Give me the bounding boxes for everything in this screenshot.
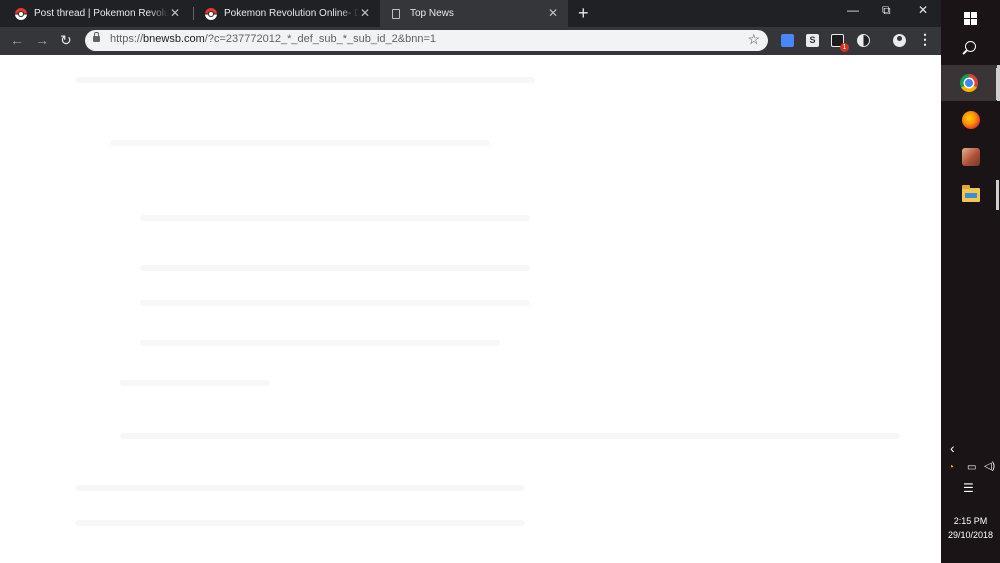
taskbar-scroll-indicator: [996, 68, 999, 100]
translate-extension-icon[interactable]: [781, 34, 794, 47]
minimize-button[interactable]: —: [847, 3, 859, 17]
ghost-line: [140, 215, 530, 221]
tab-top-news[interactable]: Top News ✕: [380, 0, 568, 27]
tab-pokemon-download[interactable]: Pokemon Revolution Online- Download ✕: [190, 0, 380, 27]
ghost-line: [140, 340, 500, 346]
skype-extension-icon[interactable]: S: [806, 34, 819, 47]
ghost-line: [75, 520, 525, 526]
pokeball-icon: [205, 7, 217, 20]
browser-window: Post thread | Pokemon Revolution Online …: [0, 0, 941, 563]
browser-toolbar: ← → ↻ https://bnewsb.com/?c=237772012_*_…: [0, 27, 941, 55]
show-hidden-icons-chevron-icon[interactable]: ‹: [950, 440, 955, 456]
browser-menu-button[interactable]: ⋮: [918, 31, 932, 48]
start-icon: [964, 11, 977, 25]
ghost-line: [120, 433, 900, 439]
wifi-icon[interactable]: ◔: [948, 462, 954, 473]
ghost-line: [120, 380, 270, 386]
taskbar-file-explorer[interactable]: [941, 177, 1000, 213]
volume-icon[interactable]: ◁): [984, 461, 995, 472]
close-window-button[interactable]: ✕: [918, 3, 928, 17]
firefox-icon: [961, 111, 980, 129]
restore-button[interactable]: ⧉: [882, 3, 891, 18]
taskbar-game[interactable]: [941, 139, 1000, 175]
search-button[interactable]: [941, 28, 1000, 64]
chrome-icon: [960, 74, 978, 92]
address-bar[interactable]: https://bnewsb.com/?c=237772012_*_def_su…: [85, 30, 768, 51]
tab-close-icon[interactable]: ✕: [170, 6, 180, 20]
back-button[interactable]: ←: [10, 32, 24, 48]
document-icon: [392, 8, 400, 19]
extension-badge: 1: [840, 43, 849, 52]
windows-taskbar: ‹ ◔ ▭ ◁) ☰ 2:15 PM 29/10/2018: [941, 0, 1000, 563]
clock-time[interactable]: 2:15 PM: [941, 516, 1000, 526]
tab-strip: Post thread | Pokemon Revolution Online …: [0, 0, 941, 27]
ghost-line: [110, 140, 490, 146]
file-explorer-icon: [961, 185, 980, 202]
tab-close-icon[interactable]: ✕: [548, 6, 558, 20]
ghost-line: [75, 77, 535, 83]
taskbar-scroll-indicator: [996, 180, 999, 210]
tab-post-thread[interactable]: Post thread | Pokemon Revolution Online …: [0, 0, 190, 27]
lock-icon: [93, 32, 100, 42]
tab-close-icon[interactable]: ✕: [360, 6, 370, 20]
taskbar-firefox[interactable]: [941, 102, 1000, 138]
ghost-line: [75, 485, 525, 491]
taskbar-chrome[interactable]: [941, 65, 1000, 101]
tab-title: Post thread | Pokemon Revolution Online: [34, 8, 169, 19]
ghost-line: [140, 300, 530, 306]
bookmark-star-icon[interactable]: ☆: [747, 31, 760, 48]
action-center-icon[interactable]: ☰: [963, 481, 974, 495]
clock-date[interactable]: 29/10/2018: [941, 530, 1000, 540]
game-icon: [961, 148, 980, 166]
tab-title: Pokemon Revolution Online- Download: [224, 8, 359, 19]
dark-mode-extension-icon[interactable]: [857, 34, 870, 47]
pokemon-extension-icon[interactable]: 1: [831, 34, 849, 52]
profile-avatar-icon[interactable]: [893, 34, 906, 47]
page-content: [0, 55, 941, 563]
pokeball-icon: [15, 7, 27, 20]
search-icon: [965, 40, 976, 52]
url-text[interactable]: https://bnewsb.com/?c=237772012_*_def_su…: [110, 33, 436, 45]
new-tab-button[interactable]: +: [578, 3, 589, 24]
battery-icon[interactable]: ▭: [967, 462, 976, 473]
reload-button[interactable]: ↻: [60, 32, 72, 49]
tab-title: Top News: [410, 8, 454, 19]
forward-button[interactable]: →: [35, 32, 49, 48]
ghost-line: [140, 265, 530, 271]
